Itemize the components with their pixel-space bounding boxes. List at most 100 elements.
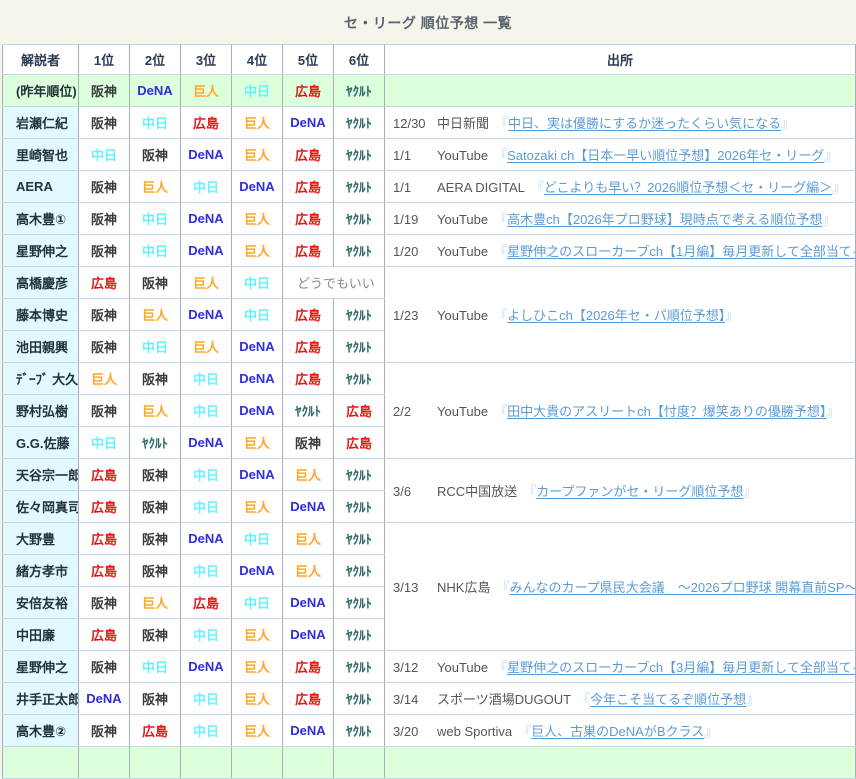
source-cell: 3/20web Sportiva『巨人、古巣のDeNAがBクラス』 [385, 715, 856, 747]
team-cell: 阪神 [130, 523, 181, 555]
team-cell: 中日 [181, 363, 232, 395]
team-cell: 阪神 [130, 459, 181, 491]
source-link[interactable]: どこよりも早い？2026順位予想＜セ・リーグ編＞ [544, 180, 832, 195]
bracket-close: 』 [824, 148, 837, 163]
commentator-cell: 高木豊② [3, 715, 79, 747]
source-link[interactable]: 星野伸之のスローカーブch【1月編】毎月更新して全部当てる [507, 244, 855, 259]
team-cell: 中日 [130, 107, 181, 139]
header-commentator: 解説者 [3, 45, 79, 75]
team-cell: 広島 [79, 459, 130, 491]
team-cell: 中日 [232, 523, 283, 555]
table-row: 高橋慶彦広島阪神巨人中日どうでもいい1/23YouTube『よしひこch【202… [3, 267, 856, 299]
table-row: 高木豊②阪神広島中日巨人DeNAﾔｸﾙﾄ3/20web Sportiva『巨人、… [3, 715, 856, 747]
source-cell: 1/23YouTube『よしひこch【2026年セ・パ順位予想】』 [385, 267, 856, 363]
team-cell: 中日 [232, 267, 283, 299]
team-cell: 巨人 [130, 299, 181, 331]
team-cell: ﾔｸﾙﾄ [283, 395, 334, 427]
team-cell: 中日 [181, 459, 232, 491]
source-media: YouTube [437, 212, 488, 227]
team-cell: DeNA [283, 107, 334, 139]
team-cell: 阪神 [79, 331, 130, 363]
team-cell: DeNA [283, 587, 334, 619]
team-cell: 中日 [130, 203, 181, 235]
team-cell: 広島 [334, 395, 385, 427]
team-cell: ﾔｸﾙﾄ [334, 331, 385, 363]
team-cell: 広島 [283, 203, 334, 235]
source-cell [385, 75, 856, 107]
team-cell: 巨人 [232, 235, 283, 267]
team-cell: 阪神 [79, 299, 130, 331]
team-cell: 阪神 [79, 203, 130, 235]
note-cell: どうでもいい [283, 267, 385, 299]
table-row: ﾃﾞｰﾌﾞ 大久保巨人阪神中日DeNA広島ﾔｸﾙﾄ2/2YouTube『田中大貴… [3, 363, 856, 395]
source-cell: 1/19YouTube『高木豊ch【2026年プロ野球】現時点で考える順位予想』 [385, 203, 856, 235]
team-cell: DeNA [181, 427, 232, 459]
source-link[interactable]: 中日、実は優勝にするか迷ったくらい気になる [508, 116, 781, 131]
team-cell: 広島 [79, 555, 130, 587]
team-cell [334, 747, 385, 779]
table-row: 星野伸之阪神中日DeNA巨人広島ﾔｸﾙﾄ1/20YouTube『星野伸之のスロー… [3, 235, 856, 267]
team-cell: ﾔｸﾙﾄ [334, 683, 385, 715]
team-cell: 巨人 [232, 203, 283, 235]
commentator-cell: 高橋慶彦 [3, 267, 79, 299]
source-media: AERA DIGITAL [437, 180, 525, 195]
bracket-close: 』 [746, 692, 759, 707]
team-cell: 広島 [79, 491, 130, 523]
team-cell: DeNA [181, 139, 232, 171]
team-cell: 阪神 [79, 235, 130, 267]
source-link[interactable]: 星野伸之のスローカーブch【3月編】毎月更新して全部当てる [507, 660, 855, 675]
team-cell: 巨人 [232, 683, 283, 715]
source-link[interactable]: 田中大貴のアスリートch【忖度？爆笑ありの優勝予想】 [507, 404, 826, 419]
commentator-cell: 池田親興 [3, 331, 79, 363]
team-cell: DeNA [232, 331, 283, 363]
team-cell: 阪神 [79, 107, 130, 139]
baseline-row: (昨年順位)阪神DeNA巨人中日広島ﾔｸﾙﾄ [3, 75, 856, 107]
commentator-cell: 安倍友裕 [3, 587, 79, 619]
commentator-cell: 佐々岡真司 [3, 491, 79, 523]
team-cell: DeNA [232, 363, 283, 395]
source-cell: 3/14スポーツ酒場DUGOUT『今年こそ当てるぞ順位予想』 [385, 683, 856, 715]
bracket-open: 『 [495, 116, 508, 131]
source-link[interactable]: Satozaki ch【日本一早い順位予想】2026年セ・リーグ [507, 148, 824, 163]
source-link[interactable]: よしひこch【2026年セ・パ順位予想】 [507, 308, 725, 323]
source-cell: 1/1AERA DIGITAL『どこよりも早い？2026順位予想＜セ・リーグ編＞… [385, 171, 856, 203]
team-cell: ﾔｸﾙﾄ [334, 235, 385, 267]
team-cell: 広島 [283, 683, 334, 715]
team-cell: ﾔｸﾙﾄ [334, 107, 385, 139]
source-link[interactable]: カープファンがセ・リーグ順位予想 [536, 484, 743, 499]
source-link[interactable]: みんなのカープ県民大会議 ～2026プロ野球 開幕直前SP～ [509, 580, 855, 595]
team-cell: 巨人 [130, 395, 181, 427]
team-cell: ﾔｸﾙﾄ [130, 427, 181, 459]
team-cell [79, 747, 130, 779]
team-cell: ﾔｸﾙﾄ [334, 139, 385, 171]
team-cell: DeNA [130, 75, 181, 107]
team-cell: 広島 [334, 427, 385, 459]
team-cell: 巨人 [232, 107, 283, 139]
source-link[interactable]: 今年こそ当てるぞ順位予想 [590, 692, 746, 707]
source-cell: 3/13NHK広島『みんなのカープ県民大会議 ～2026プロ野球 開幕直前SP～… [385, 523, 856, 651]
team-cell: 中日 [232, 75, 283, 107]
source-link[interactable]: 高木豊ch【2026年プロ野球】現時点で考える順位予想 [507, 212, 822, 227]
commentator-cell: 井手正太郎 [3, 683, 79, 715]
source-date: 3/6 [393, 484, 429, 499]
team-cell: 阪神 [130, 619, 181, 651]
team-cell: ﾔｸﾙﾄ [334, 171, 385, 203]
team-cell [130, 747, 181, 779]
team-cell [283, 747, 334, 779]
team-cell: 阪神 [130, 363, 181, 395]
team-cell: 巨人 [181, 267, 232, 299]
team-cell: 巨人 [130, 587, 181, 619]
table-row: 大野豊広島阪神DeNA中日巨人ﾔｸﾙﾄ3/13NHK広島『みんなのカープ県民大会… [3, 523, 856, 555]
team-cell: 広島 [181, 587, 232, 619]
team-cell: 広島 [79, 619, 130, 651]
commentator-cell: 大野豊 [3, 523, 79, 555]
header-source: 出所 [385, 45, 856, 75]
commentator-cell: 緒方孝市 [3, 555, 79, 587]
table-row: AERA阪神巨人中日DeNA広島ﾔｸﾙﾄ1/1AERA DIGITAL『どこより… [3, 171, 856, 203]
source-date: 12/30 [393, 116, 429, 131]
page-title: セ・リーグ 順位予想 一覧 [1, 0, 855, 44]
team-cell: DeNA [181, 235, 232, 267]
source-link[interactable]: 巨人、古巣のDeNAがBクラス [531, 724, 704, 739]
team-cell: ﾔｸﾙﾄ [334, 459, 385, 491]
bracket-close: 』 [781, 116, 794, 131]
